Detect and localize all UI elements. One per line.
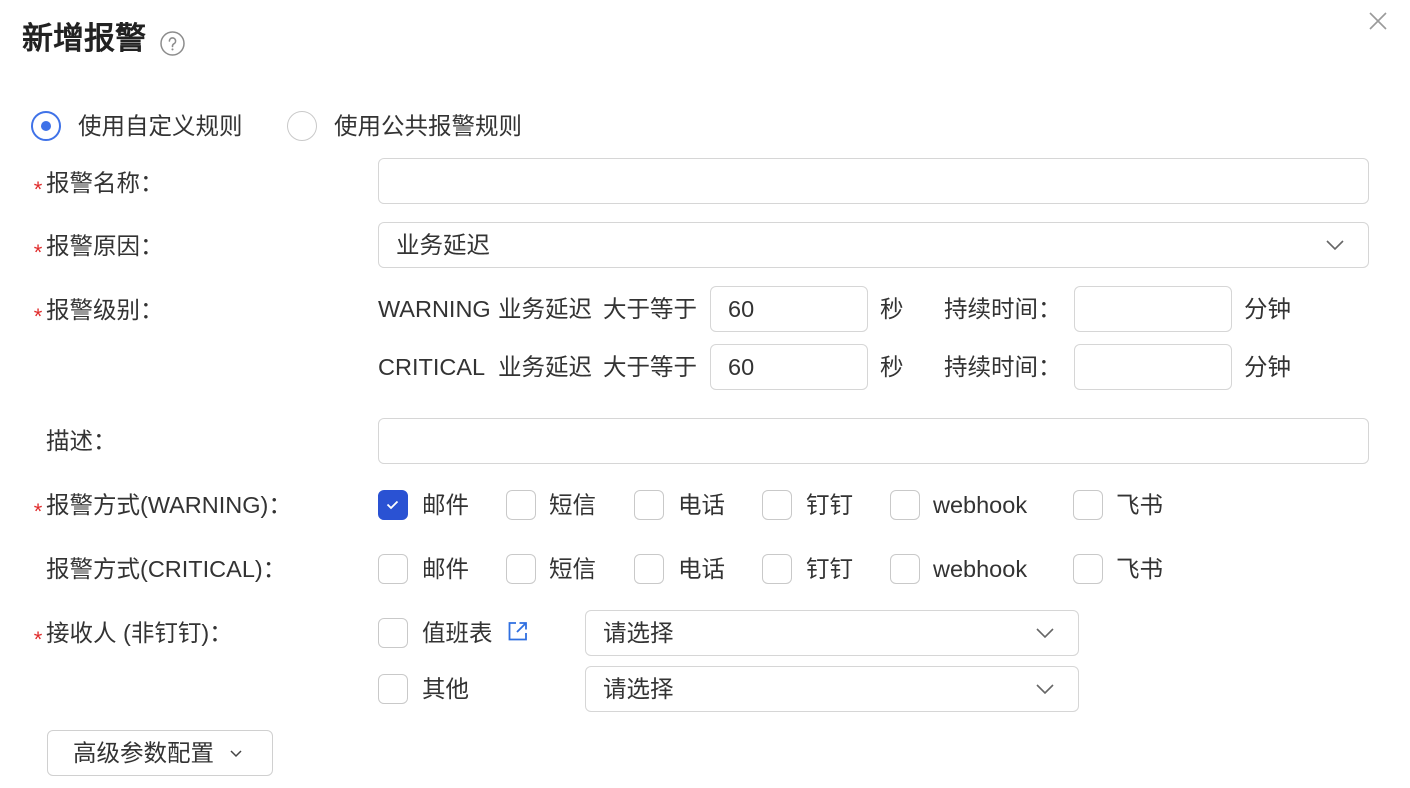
radio-custom-rule[interactable] xyxy=(31,111,61,141)
checkbox-label-feishu[interactable]: 飞书 xyxy=(1116,490,1163,520)
label-text: 报警名称： xyxy=(46,170,164,196)
checkbox-label-email[interactable]: 邮件 xyxy=(422,554,469,584)
duration-label: 持续时间： xyxy=(944,354,1062,380)
duration-label: 持续时间： xyxy=(944,296,1062,322)
label-text: 接收人 (非钉钉)： xyxy=(46,620,233,646)
select-value: 业务延迟 xyxy=(396,232,490,258)
alarm-name-input[interactable] xyxy=(378,158,1369,204)
checkbox-label-phone[interactable]: 电话 xyxy=(678,490,725,520)
threshold-unit: 秒 xyxy=(880,296,904,322)
select-placeholder: 请选择 xyxy=(603,620,674,646)
checkbox-label-sms[interactable]: 短信 xyxy=(549,490,596,520)
checkbox-warning-webhook[interactable] xyxy=(890,490,920,520)
checkbox-label-webhook[interactable]: webhook xyxy=(933,490,1027,520)
advanced-settings-button[interactable]: 高级参数配置 xyxy=(47,730,273,776)
chevron-down-icon xyxy=(1326,239,1344,251)
checkbox-critical-sms[interactable] xyxy=(506,554,536,584)
warning-duration-input[interactable] xyxy=(1074,286,1232,332)
checkbox-other-receivers[interactable] xyxy=(378,674,408,704)
checkbox-label-duty-roster[interactable]: 值班表 xyxy=(422,618,493,648)
select-placeholder: 请选择 xyxy=(603,676,674,702)
checkbox-label-webhook[interactable]: webhook xyxy=(933,554,1027,584)
checkbox-critical-phone[interactable] xyxy=(634,554,664,584)
level-operator: 大于等于 xyxy=(603,296,697,322)
button-label: 高级参数配置 xyxy=(73,740,214,766)
checkbox-label-sms[interactable]: 短信 xyxy=(549,554,596,584)
required-mark: * xyxy=(33,177,43,202)
required-mark: * xyxy=(33,240,43,265)
checkbox-label-dingtalk[interactable]: 钉钉 xyxy=(806,554,853,584)
label-text: 报警级别： xyxy=(46,297,164,323)
checkbox-duty-roster[interactable] xyxy=(378,618,408,648)
required-mark: * xyxy=(33,304,43,329)
checkbox-critical-feishu[interactable] xyxy=(1073,554,1103,584)
dialog-title: 新增报警 xyxy=(22,21,146,56)
required-mark: * xyxy=(33,627,43,652)
level-name: CRITICAL xyxy=(378,354,486,380)
chevron-down-icon xyxy=(1036,627,1054,639)
checkbox-warning-dingtalk[interactable] xyxy=(762,490,792,520)
label-text: 描述： xyxy=(46,428,117,454)
checkbox-label-email[interactable]: 邮件 xyxy=(422,490,469,520)
checkbox-label-feishu[interactable]: 飞书 xyxy=(1116,554,1163,584)
checkbox-label-other[interactable]: 其他 xyxy=(422,674,469,704)
checkbox-critical-webhook[interactable] xyxy=(890,554,920,584)
duration-unit: 分钟 xyxy=(1244,296,1291,322)
level-metric: 业务延迟 xyxy=(498,296,592,322)
checkbox-warning-feishu[interactable] xyxy=(1073,490,1103,520)
close-icon[interactable] xyxy=(1369,9,1387,30)
external-link-icon[interactable] xyxy=(507,621,528,642)
field-label-receivers: * 接收人 (非钉钉)： xyxy=(30,618,233,652)
question-circle-icon[interactable] xyxy=(160,31,185,56)
label-text: 报警方式(CRITICAL)： xyxy=(46,556,287,582)
radio-label-custom-rule[interactable]: 使用自定义规则 xyxy=(78,111,243,141)
radio-label-public-rule[interactable]: 使用公共报警规则 xyxy=(334,111,522,141)
warning-threshold-input[interactable] xyxy=(710,286,868,332)
level-metric: 业务延迟 xyxy=(498,354,592,380)
checkbox-critical-email[interactable] xyxy=(378,554,408,584)
radio-public-rule[interactable] xyxy=(287,111,317,141)
label-text: 报警方式(WARNING)： xyxy=(46,492,292,518)
duration-unit: 分钟 xyxy=(1244,354,1291,380)
description-input[interactable] xyxy=(378,418,1369,464)
alarm-reason-select[interactable]: 业务延迟 xyxy=(378,222,1369,268)
field-label-notify-warning: * 报警方式(WARNING)： xyxy=(30,490,292,524)
check-icon xyxy=(386,500,399,510)
threshold-unit: 秒 xyxy=(880,354,904,380)
field-label-alarm-name: * 报警名称： xyxy=(30,168,164,202)
checkbox-warning-phone[interactable] xyxy=(634,490,664,520)
checkbox-warning-email[interactable] xyxy=(378,490,408,520)
field-label-description: * 描述： xyxy=(30,426,117,456)
field-label-notify-critical: * 报警方式(CRITICAL)： xyxy=(30,554,286,584)
checkbox-label-dingtalk[interactable]: 钉钉 xyxy=(806,490,853,520)
critical-threshold-input[interactable] xyxy=(710,344,868,390)
checkbox-critical-dingtalk[interactable] xyxy=(762,554,792,584)
level-operator: 大于等于 xyxy=(603,354,697,380)
level-name: WARNING xyxy=(378,296,491,322)
duty-roster-select[interactable]: 请选择 xyxy=(585,610,1079,656)
chevron-down-icon xyxy=(230,749,242,758)
other-receivers-select[interactable]: 请选择 xyxy=(585,666,1079,712)
critical-duration-input[interactable] xyxy=(1074,344,1232,390)
radio-dot xyxy=(41,121,51,131)
checkbox-warning-sms[interactable] xyxy=(506,490,536,520)
checkbox-label-phone[interactable]: 电话 xyxy=(678,554,725,584)
field-label-alarm-reason: * 报警原因： xyxy=(30,231,164,265)
chevron-down-icon xyxy=(1036,683,1054,695)
field-label-alarm-level: * 报警级别： xyxy=(30,295,164,329)
required-mark: * xyxy=(33,499,43,524)
label-text: 报警原因： xyxy=(46,233,164,259)
